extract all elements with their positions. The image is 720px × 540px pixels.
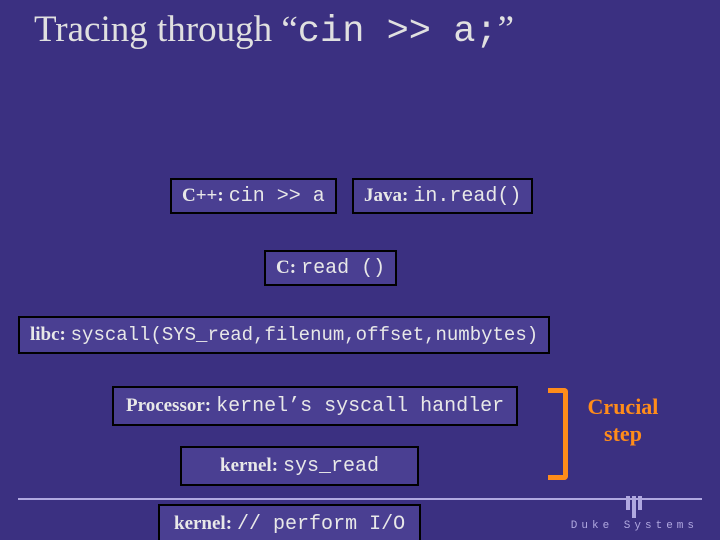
box-c-label: C: <box>276 257 296 278</box>
brand-logo: Duke Systems <box>571 496 698 532</box>
box-libc-label: libc: <box>30 324 66 345</box>
chapel-icon <box>571 496 698 518</box>
annotation-line2: step <box>604 421 642 446</box>
bracket-icon <box>548 388 568 480</box>
slide-title: Tracing through “cin >> a;” <box>0 0 720 54</box>
box-libc-code: syscall(SYS_read,filenum,offset,numbytes… <box>71 324 538 346</box>
box-cpp-code: cin >> a <box>229 185 325 208</box>
title-prefix: Tracing through “ <box>34 9 298 50</box>
box-cpp-label: C++: <box>182 185 224 206</box>
slide: Tracing through “cin >> a;” C++: cin >> … <box>0 0 720 540</box>
annotation-line1: Crucial <box>588 394 659 419</box>
box-processor-label: Processor: <box>126 395 211 416</box>
box-kernel-sysread-label: kernel: <box>220 455 278 476</box>
box-kernel-io-label: kernel: <box>174 513 232 534</box>
annotation-crucial: Crucial step <box>578 394 668 447</box>
brand-text: Duke Systems <box>571 520 698 532</box>
box-processor: Processor: kernel’s syscall handler <box>112 386 518 426</box>
title-code: cin >> a; <box>298 11 498 53</box>
box-kernel-sysread-code: sys_read <box>283 455 379 478</box>
box-processor-code: kernel’s syscall handler <box>216 395 504 418</box>
box-kernel-io: kernel: // perform I/O <box>158 504 421 540</box>
box-c-code: read () <box>301 257 385 280</box>
box-java-code: in.read() <box>413 185 521 208</box>
title-suffix: ” <box>498 9 514 50</box>
box-cpp: C++: cin >> a <box>170 178 337 214</box>
box-kernel-io-code: // perform I/O <box>237 513 405 536</box>
box-java-label: Java: <box>364 185 408 206</box>
box-java: Java: in.read() <box>352 178 533 214</box>
box-c: C: read () <box>264 250 397 286</box>
box-libc: libc: syscall(SYS_read,filenum,offset,nu… <box>18 316 550 354</box>
box-kernel-sysread: kernel: sys_read <box>180 446 419 486</box>
